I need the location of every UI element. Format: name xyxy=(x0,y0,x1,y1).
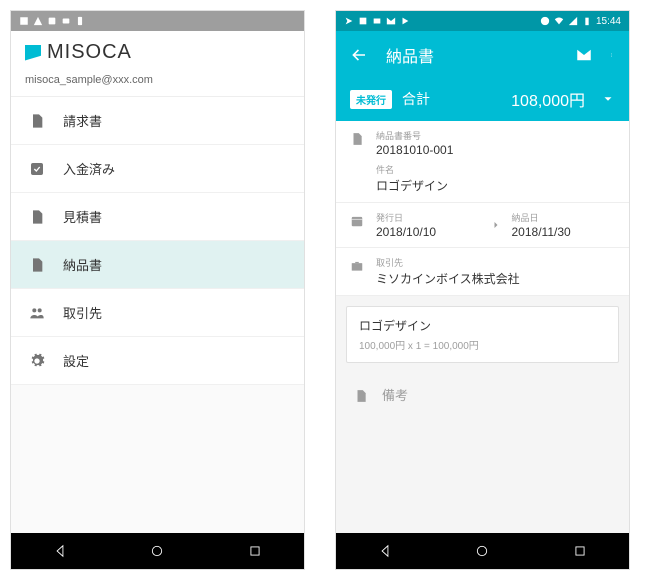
issue-date-value: 2018/10/10 xyxy=(376,225,480,239)
android-navbar xyxy=(11,533,304,569)
check-icon xyxy=(29,161,45,177)
more-icon[interactable] xyxy=(611,46,615,64)
menu-invoice[interactable]: 請求書 xyxy=(11,97,304,145)
line-item[interactable]: ロゴデザイン 100,000円 x 1 = 100,000円 xyxy=(346,306,619,363)
logo-mark-icon xyxy=(25,45,41,61)
status-time: 15:44 xyxy=(596,16,621,27)
app-bar: 納品書 未発行 合計 108,000円 xyxy=(336,31,629,121)
status-icon xyxy=(19,16,29,26)
chevron-down-icon xyxy=(601,92,615,106)
subject-label: 件名 xyxy=(376,163,615,176)
back-arrow-icon[interactable] xyxy=(350,46,368,64)
client-value: ミソカインボイス株式会社 xyxy=(376,270,615,287)
menu-settings[interactable]: 設定 xyxy=(11,337,304,385)
menu-label: 入金済み xyxy=(63,159,115,178)
issue-date-label: 発行日 xyxy=(376,211,480,224)
menu-label: 見積書 xyxy=(63,207,102,226)
menu-label: 請求書 xyxy=(63,111,102,130)
status-icon xyxy=(386,16,396,26)
client-label: 取引先 xyxy=(376,256,615,269)
field-doc-number[interactable]: 納品書番号 20181010-001 件名 ロゴデザイン xyxy=(336,121,629,202)
detail-content: 納品書番号 20181010-001 件名 ロゴデザイン 発行日 2018/10… xyxy=(336,121,629,533)
line-item-name: ロゴデザイン xyxy=(359,317,606,334)
mail-icon[interactable] xyxy=(575,46,593,64)
page-title: 納品書 xyxy=(386,43,557,67)
doc-number-label: 納品書番号 xyxy=(376,129,615,142)
subject-value: ロゴデザイン xyxy=(376,177,615,194)
status-bar xyxy=(11,11,304,31)
menu-paid[interactable]: 入金済み xyxy=(11,145,304,193)
nav-home-icon[interactable] xyxy=(475,544,489,558)
total-amount: 108,000円 xyxy=(511,87,585,111)
status-icon xyxy=(75,16,85,26)
delivery-date-value: 2018/11/30 xyxy=(512,225,616,239)
nav-home-icon[interactable] xyxy=(150,544,164,558)
status-icon xyxy=(372,16,382,26)
chevron-right-icon xyxy=(490,219,502,231)
total-label: 合計 xyxy=(402,89,430,109)
menu-label: 取引先 xyxy=(63,303,102,322)
field-dates[interactable]: 発行日 2018/10/10 納品日 2018/11/30 xyxy=(336,203,629,247)
people-icon xyxy=(29,305,45,321)
app-header: MISOCA xyxy=(11,31,304,70)
status-bar: 15:44 xyxy=(336,11,629,31)
wifi-icon xyxy=(554,16,564,26)
chat-icon xyxy=(540,16,550,26)
note-section[interactable]: 備考 xyxy=(336,373,629,416)
field-client[interactable]: 取引先 ミソカインボイス株式会社 xyxy=(336,248,629,295)
status-icon xyxy=(344,16,354,26)
android-navbar xyxy=(336,533,629,569)
nav-recent-icon[interactable] xyxy=(573,544,587,558)
sidebar-menu: 請求書 入金済み 見積書 納品書 取引先 設定 xyxy=(11,97,304,385)
file-icon xyxy=(29,113,45,129)
note-label: 備考 xyxy=(382,385,408,404)
phone-right: 15:44 納品書 未発行 合計 108,000円 納品書番号 20181010… xyxy=(335,10,630,570)
status-icon xyxy=(33,16,43,26)
gear-icon xyxy=(29,353,45,369)
brand-logo: MISOCA xyxy=(25,41,290,64)
brand-text: MISOCA xyxy=(47,41,132,64)
file-icon xyxy=(350,132,364,146)
line-item-calc: 100,000円 x 1 = 100,000円 xyxy=(359,337,606,352)
phone-left: MISOCA misoca_sample@xxx.com 請求書 入金済み 見積… xyxy=(10,10,305,570)
status-icon xyxy=(61,16,71,26)
status-icon xyxy=(47,16,57,26)
total-row[interactable]: 未発行 合計 108,000円 xyxy=(336,79,629,121)
file-icon xyxy=(29,257,45,273)
nav-back-icon[interactable] xyxy=(378,544,392,558)
account-email: misoca_sample@xxx.com xyxy=(11,70,304,97)
file-icon xyxy=(29,209,45,225)
battery-icon xyxy=(582,16,592,26)
menu-label: 設定 xyxy=(63,351,89,370)
signal-icon xyxy=(568,16,578,26)
delivery-date-label: 納品日 xyxy=(512,211,616,224)
menu-delivery[interactable]: 納品書 xyxy=(11,241,304,289)
menu-clients[interactable]: 取引先 xyxy=(11,289,304,337)
menu-label: 納品書 xyxy=(63,255,102,274)
briefcase-icon xyxy=(350,259,364,273)
file-icon xyxy=(354,389,368,403)
status-badge: 未発行 xyxy=(350,90,392,109)
calendar-icon xyxy=(350,214,364,228)
status-icon xyxy=(400,16,410,26)
menu-quote[interactable]: 見積書 xyxy=(11,193,304,241)
nav-back-icon[interactable] xyxy=(53,544,67,558)
doc-number-value: 20181010-001 xyxy=(376,143,615,157)
status-icon xyxy=(358,16,368,26)
nav-recent-icon[interactable] xyxy=(248,544,262,558)
